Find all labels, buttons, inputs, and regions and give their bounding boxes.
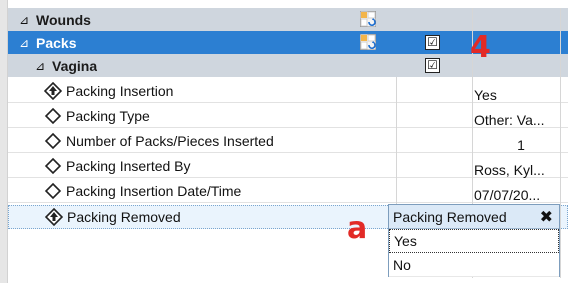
- annotation-letter: a: [347, 211, 368, 246]
- group-label-packs: Packs: [36, 34, 77, 51]
- vagina-checkbox[interactable]: ☑: [425, 58, 440, 73]
- row-value[interactable]: 07/07/20...: [471, 183, 568, 206]
- group-header-wounds[interactable]: ⊿ Wounds: [8, 8, 568, 31]
- column-divider: [560, 8, 561, 278]
- row-packing-insertion[interactable]: Packing Insertion Yes: [8, 79, 568, 103]
- row-packing-type[interactable]: Packing Type Other: Va...: [8, 104, 568, 128]
- dropdown-option-yes[interactable]: Yes: [389, 229, 559, 253]
- dropdown-title: Packing Removed: [393, 208, 507, 225]
- packing-removed-dropdown[interactable]: Packing Removed ✖ Yes No: [388, 204, 560, 277]
- close-icon[interactable]: ✖: [540, 207, 553, 227]
- collapse-triangle-icon[interactable]: ⊿: [34, 59, 46, 73]
- flowsheet-grid: ⊿ Wounds ⊿ Packs ☑ ⊿ Vagina ☑ Packing In…: [0, 0, 568, 283]
- collapse-triangle-icon[interactable]: ⊿: [18, 36, 30, 50]
- row-selector-bar: [0, 0, 8, 283]
- row-label: Packing Insertion Date/Time: [66, 182, 242, 199]
- row-value[interactable]: 1: [471, 133, 568, 156]
- collapse-triangle-icon[interactable]: ⊿: [18, 13, 30, 27]
- row-packing-inserted-by[interactable]: Packing Inserted By Ross, Kyl...: [8, 154, 568, 178]
- diamond-icon: [44, 107, 62, 125]
- row-label: Packing Inserted By: [66, 157, 191, 174]
- row-label: Packing Type: [66, 107, 150, 124]
- group-label-vagina: Vagina: [52, 57, 98, 74]
- group-label-wounds: Wounds: [36, 11, 91, 28]
- required-diamond-icon: [44, 81, 63, 100]
- row-value[interactable]: Yes: [471, 83, 568, 106]
- row-packing-insertion-datetime[interactable]: Packing Insertion Date/Time 07/07/20...: [8, 179, 568, 203]
- row-label: Packing Insertion: [66, 82, 174, 99]
- dropdown-header: Packing Removed ✖: [389, 205, 559, 229]
- packs-checkbox[interactable]: ☑: [425, 35, 440, 50]
- diamond-icon: [44, 157, 62, 175]
- row-number-of-packs[interactable]: Number of Packs/Pieces Inserted 1: [8, 129, 568, 153]
- row-label: Number of Packs/Pieces Inserted: [66, 132, 274, 149]
- row-value[interactable]: Other: Va...: [471, 108, 568, 131]
- diamond-icon: [44, 132, 62, 150]
- dropdown-option-no[interactable]: No: [389, 253, 559, 277]
- grid-view-icon[interactable]: [359, 10, 377, 28]
- diamond-icon: [44, 182, 62, 200]
- required-diamond-icon: [45, 207, 64, 227]
- row-value[interactable]: Ross, Kyl...: [471, 158, 568, 181]
- annotation-number: 4: [470, 30, 491, 65]
- row-label: Packing Removed: [67, 209, 181, 225]
- grid-view-icon[interactable]: [359, 33, 377, 51]
